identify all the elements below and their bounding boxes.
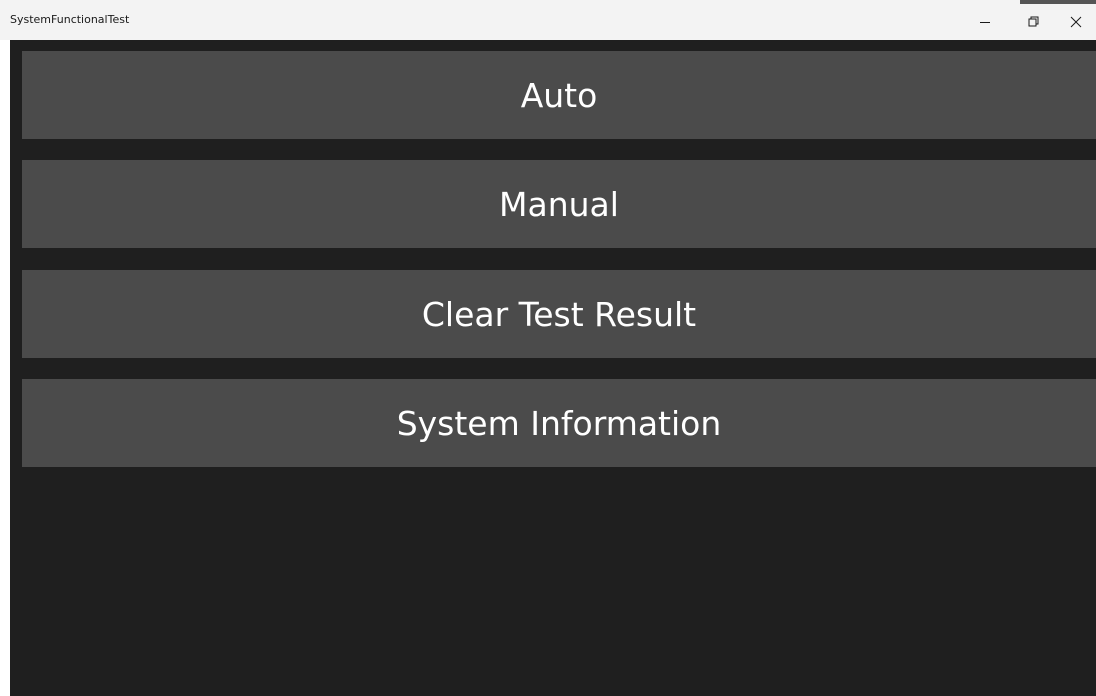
- close-icon: [1070, 16, 1082, 28]
- clear-test-result-button[interactable]: Clear Test Result: [22, 270, 1096, 358]
- minimize-button[interactable]: [962, 4, 1008, 40]
- auto-button[interactable]: Auto: [22, 51, 1096, 139]
- close-button[interactable]: [1056, 4, 1096, 40]
- restore-button[interactable]: [1010, 4, 1056, 40]
- system-information-button[interactable]: System Information: [22, 379, 1096, 467]
- window-title: SystemFunctionalTest: [10, 13, 130, 26]
- manual-button[interactable]: Manual: [22, 160, 1096, 248]
- window-left-edge: [0, 40, 10, 696]
- app-window: SystemFunctionalTest Auto Manual Clear T…: [0, 0, 1096, 696]
- restore-icon: [1027, 16, 1039, 28]
- title-bar[interactable]: SystemFunctionalTest: [0, 0, 1096, 40]
- minimize-icon: [979, 16, 991, 28]
- main-content: Auto Manual Clear Test Result System Inf…: [10, 40, 1096, 696]
